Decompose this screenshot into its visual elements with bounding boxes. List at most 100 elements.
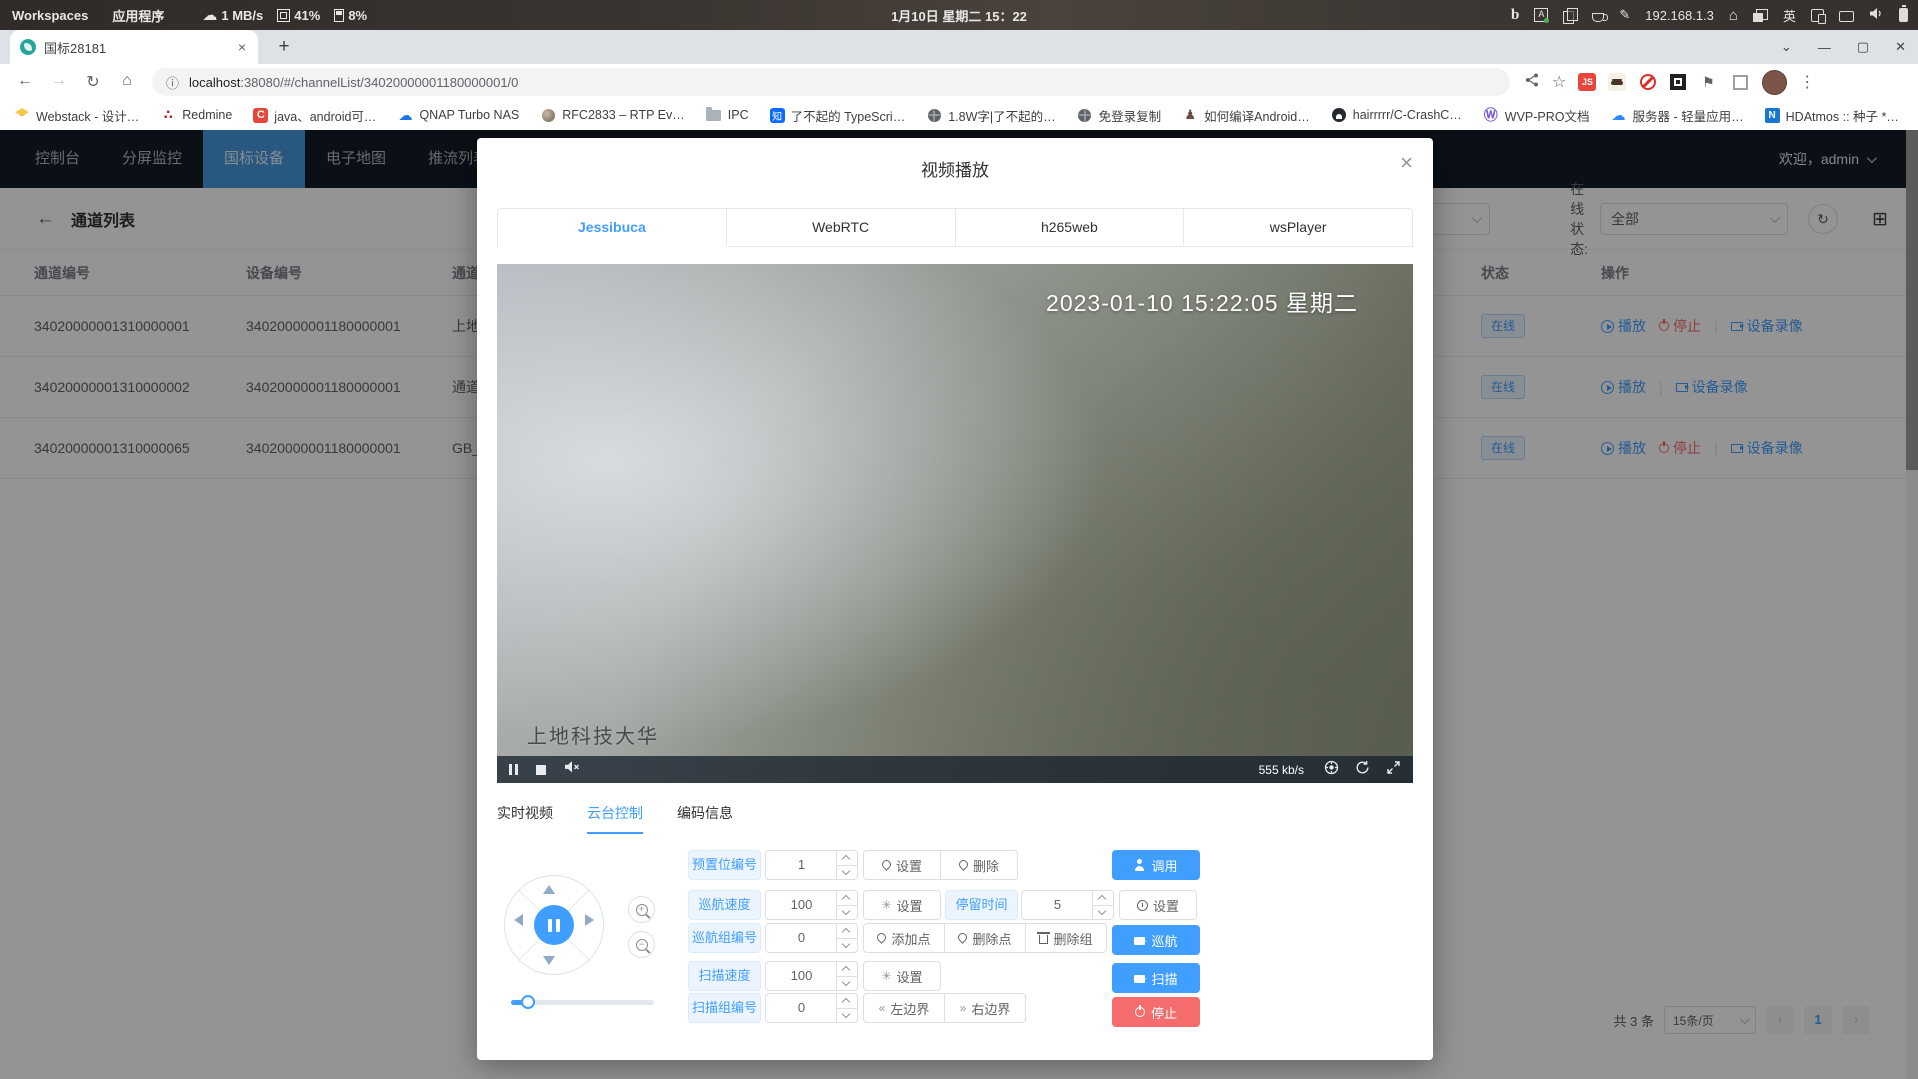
- extension-adblock-icon[interactable]: [1640, 74, 1656, 90]
- number-spinner[interactable]: [836, 924, 857, 952]
- phone-link-icon[interactable]: [1811, 9, 1824, 22]
- forward-button[interactable]: →: [44, 72, 74, 92]
- ptz-center-button[interactable]: [534, 905, 574, 945]
- snapshot-icon[interactable]: [1324, 760, 1339, 780]
- tab-h265web[interactable]: h265web: [956, 208, 1185, 247]
- delete-point-button[interactable]: 删除点: [944, 923, 1026, 953]
- window-close-button[interactable]: ✕: [1895, 39, 1906, 55]
- bookmark-typescript[interactable]: 知了不起的 TypeScri…: [770, 106, 906, 125]
- spinner-up-icon[interactable]: [837, 851, 857, 865]
- number-spinner[interactable]: [1092, 891, 1113, 919]
- cruise-speed-set-button[interactable]: ✳设置: [863, 890, 941, 920]
- stop-button[interactable]: [536, 765, 546, 775]
- window-maximize-button[interactable]: ▢: [1857, 39, 1869, 55]
- bookmark-18w[interactable]: 1.8W字|了不起的…: [926, 106, 1055, 125]
- spinner-down-icon[interactable]: [837, 938, 857, 952]
- home-button[interactable]: ⌂: [112, 72, 142, 92]
- extension-downloader-icon[interactable]: [1608, 73, 1626, 91]
- spinner-down-icon[interactable]: [1093, 905, 1113, 919]
- scan-speed-set-button[interactable]: ✳设置: [863, 961, 941, 991]
- preset-set-button[interactable]: 设置: [863, 850, 941, 880]
- bing-tray-icon[interactable]: b: [1511, 7, 1519, 24]
- bookmark-github[interactable]: hairrrrr/C-CrashC…: [1331, 107, 1462, 123]
- stay-time-set-button[interactable]: 设置: [1119, 890, 1197, 920]
- pause-button[interactable]: [509, 764, 518, 775]
- volume-icon[interactable]: [1869, 7, 1884, 23]
- color-picker-tray-icon[interactable]: ✎: [1619, 7, 1630, 23]
- cruise-speed-input[interactable]: 100: [765, 890, 858, 920]
- add-point-button[interactable]: 添加点: [863, 923, 945, 953]
- bookmark-wvp-docs[interactable]: ⓌWVP-PRO文档: [1483, 106, 1590, 125]
- mute-icon[interactable]: [564, 760, 580, 779]
- tab-jessibuca[interactable]: Jessibuca: [498, 208, 727, 247]
- ip-address[interactable]: 192.168.1.3: [1645, 8, 1714, 23]
- ptz-down-button[interactable]: [543, 956, 555, 965]
- workspaces-button[interactable]: Workspaces: [12, 8, 88, 23]
- tab-webrtc[interactable]: WebRTC: [727, 208, 956, 247]
- slider-handle[interactable]: [521, 995, 535, 1009]
- address-bar[interactable]: ⓘ localhost:38080/#/channelList/34020000…: [152, 68, 1510, 96]
- ptz-stop-button[interactable]: 停止: [1112, 997, 1200, 1027]
- right-boundary-button[interactable]: »右边界: [944, 993, 1026, 1023]
- delete-group-button[interactable]: 删除组: [1025, 923, 1107, 953]
- bookmark-qnap[interactable]: ☁QNAP Turbo NAS: [397, 107, 519, 123]
- ptz-up-button[interactable]: [543, 885, 555, 894]
- screenshot-tray-icon[interactable]: A: [1534, 8, 1548, 22]
- cruise-group-input[interactable]: 0: [765, 923, 858, 953]
- ptz-left-button[interactable]: [514, 914, 523, 926]
- zoom-out-button[interactable]: −: [628, 931, 655, 958]
- spinner-up-icon[interactable]: [837, 891, 857, 905]
- reload-button[interactable]: ↻: [78, 72, 108, 92]
- number-spinner[interactable]: [836, 994, 857, 1022]
- number-spinner[interactable]: [836, 962, 857, 990]
- applications-button[interactable]: 应用程序: [112, 6, 164, 25]
- spinner-up-icon[interactable]: [837, 924, 857, 938]
- tab-close-icon[interactable]: ×: [236, 39, 248, 55]
- spinner-up-icon[interactable]: [1093, 891, 1113, 905]
- profile-avatar[interactable]: [1762, 70, 1787, 95]
- extension-screenshot-icon[interactable]: [1670, 74, 1686, 90]
- window-minimize-button[interactable]: —: [1818, 40, 1831, 55]
- site-info-icon[interactable]: ⓘ: [166, 73, 179, 92]
- bookmark-star-icon[interactable]: ☆: [1552, 72, 1566, 92]
- preset-delete-button[interactable]: 删除: [940, 850, 1018, 880]
- tab-wsplayer[interactable]: wsPlayer: [1184, 208, 1413, 247]
- stay-time-input[interactable]: 5: [1021, 890, 1114, 920]
- spinner-down-icon[interactable]: [837, 976, 857, 990]
- bookmark-java-android[interactable]: Cjava、android可…: [253, 106, 376, 125]
- bookmark-webstack[interactable]: Webstack - 设计…: [14, 106, 139, 125]
- ptz-speed-slider[interactable]: [511, 1000, 654, 1005]
- call-preset-button[interactable]: 调用: [1112, 850, 1200, 880]
- number-spinner[interactable]: [836, 891, 857, 919]
- bookmark-rfc2833[interactable]: RFC2833 – RTP Ev…: [540, 107, 685, 123]
- spinner-down-icon[interactable]: [837, 865, 857, 879]
- extension-js-icon[interactable]: JS: [1578, 73, 1596, 91]
- scan-button[interactable]: 扫描: [1112, 963, 1200, 993]
- left-boundary-button[interactable]: «左边界: [863, 993, 945, 1023]
- spinner-up-icon[interactable]: [837, 962, 857, 976]
- tab-live-video[interactable]: 实时视频: [497, 803, 553, 834]
- fullscreen-icon[interactable]: [1386, 760, 1401, 780]
- clipboard-tray-icon[interactable]: [1563, 8, 1577, 22]
- display-icon[interactable]: [1839, 11, 1854, 22]
- spinner-down-icon[interactable]: [837, 1008, 857, 1022]
- preset-number-input[interactable]: 1: [765, 850, 858, 880]
- extension-pin-icon[interactable]: ⚑: [1698, 72, 1718, 92]
- bookmark-android-build[interactable]: ♟如何编译Android…: [1182, 106, 1310, 125]
- share-icon[interactable]: [1524, 72, 1540, 93]
- scan-speed-input[interactable]: 100: [765, 961, 858, 991]
- number-spinner[interactable]: [836, 851, 857, 879]
- browser-menu-icon[interactable]: ⋮: [1799, 72, 1815, 92]
- browser-tab[interactable]: 国标28181 ×: [10, 30, 258, 64]
- bookmark-ipc-folder[interactable]: IPC: [706, 107, 749, 123]
- bookmark-copy-free[interactable]: 免登录复制: [1077, 106, 1162, 125]
- bookmark-server[interactable]: ☁服务器 - 轻量应用…: [1611, 106, 1744, 125]
- back-button[interactable]: ←: [10, 72, 40, 92]
- video-player[interactable]: 2023-01-10 15:22:05 星期二 上地科技大华 555 kb/s: [497, 264, 1413, 783]
- input-method-indicator[interactable]: 英: [1783, 6, 1796, 25]
- home-tray-icon[interactable]: ⌂: [1729, 8, 1738, 23]
- bookmark-hdatmos[interactable]: NHDAtmos :: 种子 *…: [1765, 106, 1899, 125]
- refresh-icon[interactable]: [1355, 760, 1370, 780]
- windows-tray-icon[interactable]: [1753, 9, 1768, 22]
- new-tab-button[interactable]: +: [272, 35, 296, 59]
